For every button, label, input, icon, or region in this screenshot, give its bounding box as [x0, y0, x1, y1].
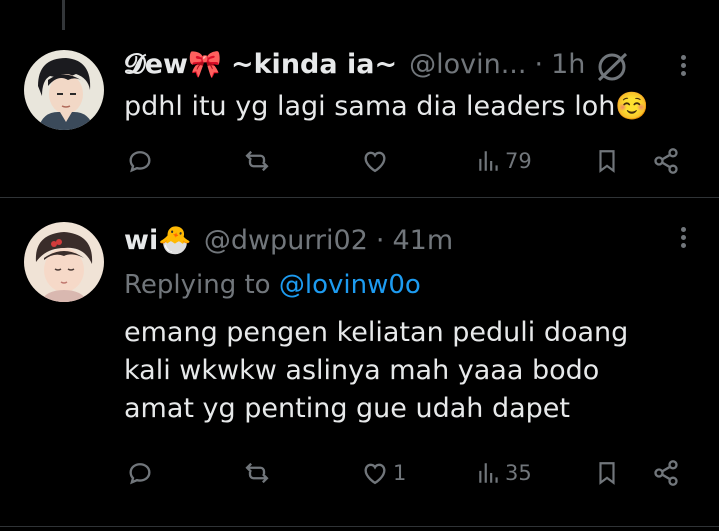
- retweet-icon: [245, 462, 269, 484]
- tweet[interactable]: wi🐣 @dwpurri02 · 41m Replying to @lovinw…: [0, 198, 719, 508]
- bookmark-button[interactable]: [594, 146, 620, 176]
- reply-button[interactable]: [126, 146, 154, 176]
- avatar[interactable]: [24, 50, 104, 130]
- previous-tweet-actions: [0, 0, 719, 12]
- tweet-header: wi🐣 @dwpurri02 · 41m: [124, 224, 453, 256]
- display-name[interactable]: 𝓓ew🎀 ~kinda ia~: [124, 48, 397, 81]
- tweet-text-line: emang pengen keliatan peduli doang: [124, 317, 629, 348]
- share-button[interactable]: [652, 458, 680, 488]
- views-icon: [479, 151, 498, 171]
- views-button[interactable]: 35: [476, 458, 532, 488]
- retweet-button[interactable]: [242, 146, 272, 176]
- view-count: 79: [505, 149, 532, 173]
- tweet-text-line: kali wkwkw aslinya mah yaaa bodo: [124, 355, 600, 386]
- replying-to: Replying to @lovinw0o: [124, 270, 421, 300]
- share-icon: [654, 460, 678, 486]
- like-icon: [364, 151, 386, 173]
- retweet-button[interactable]: [242, 458, 272, 488]
- share-icon: [654, 148, 678, 174]
- user-handle[interactable]: @dwpurri02: [204, 225, 368, 256]
- like-count: 1: [393, 461, 407, 485]
- share-button[interactable]: [652, 146, 680, 176]
- like-icon: [364, 463, 386, 485]
- tweet-divider: [0, 526, 719, 527]
- replying-label: Replying to: [124, 270, 271, 300]
- avatar[interactable]: [24, 222, 104, 302]
- tweet-text: pdhl itu yg lagi sama dia leaders loh☺️: [124, 91, 649, 122]
- tweet-text-line: amat yg penting gue udah dapet: [124, 393, 571, 424]
- views-icon: [479, 463, 498, 483]
- tweet-actions: 79: [124, 146, 689, 176]
- bookmark-icon: [599, 462, 615, 485]
- more-icon[interactable]: [681, 52, 689, 79]
- more-icon[interactable]: [681, 224, 689, 251]
- reply-icon: [129, 463, 151, 485]
- bookmark-icon: [599, 150, 615, 173]
- views-button[interactable]: 79: [476, 146, 532, 176]
- tweet-actions: 1 35: [124, 458, 689, 488]
- separator-dot: ·: [375, 225, 385, 256]
- tweet-header: 𝓓ew🎀 ~kinda ia~ @lovin... · 1h: [124, 48, 585, 81]
- timestamp[interactable]: 41m: [392, 225, 453, 256]
- like-button[interactable]: [360, 146, 393, 176]
- display-name[interactable]: wi🐣: [124, 224, 192, 256]
- like-button[interactable]: 1: [360, 458, 406, 488]
- replying-mention[interactable]: @lovinw0o: [279, 270, 421, 300]
- user-handle[interactable]: @lovin...: [409, 49, 526, 80]
- tweet[interactable]: 𝓓ew🎀 ~kinda ia~ @lovin... · 1h pdhl itu …: [0, 30, 719, 196]
- grok-icon[interactable]: [595, 52, 629, 86]
- bookmark-button[interactable]: [594, 458, 620, 488]
- view-count: 35: [505, 461, 532, 485]
- reply-button[interactable]: [126, 458, 154, 488]
- retweet-icon: [245, 150, 269, 172]
- timestamp[interactable]: 1h: [551, 49, 585, 80]
- separator-dot: ·: [534, 49, 544, 80]
- tweet-text: emang pengen keliatan peduli doang kali …: [124, 314, 628, 428]
- reply-icon: [129, 151, 151, 173]
